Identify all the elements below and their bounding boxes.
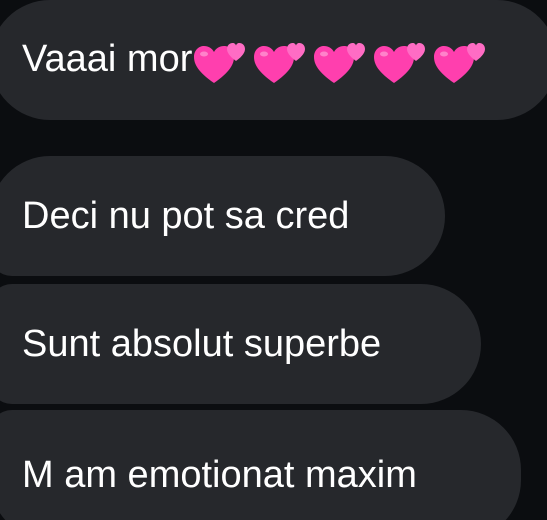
chat-screen: Vaaai mor Deci nu pot sa cred Sunt absol…	[0, 0, 547, 520]
message-bubble[interactable]: Deci nu pot sa cred	[0, 156, 445, 276]
two-hearts-icon	[374, 43, 426, 83]
message-text: Vaaai mor	[22, 38, 193, 80]
message-text: Sunt absolut superbe	[22, 323, 382, 365]
two-hearts-icon	[254, 43, 306, 83]
message-bubble[interactable]: Sunt absolut superbe	[0, 284, 481, 404]
two-hearts-icon	[434, 43, 486, 83]
two-hearts-icon	[194, 43, 246, 83]
message-text: M am emotionat maxim	[22, 454, 417, 496]
message-bubble[interactable]: Vaaai mor	[0, 0, 547, 120]
two-hearts-icon	[314, 43, 366, 83]
emoji-group	[192, 39, 488, 85]
message-text: Deci nu pot sa cred	[22, 195, 350, 237]
message-bubble[interactable]: M am emotionat maxim	[0, 410, 521, 520]
